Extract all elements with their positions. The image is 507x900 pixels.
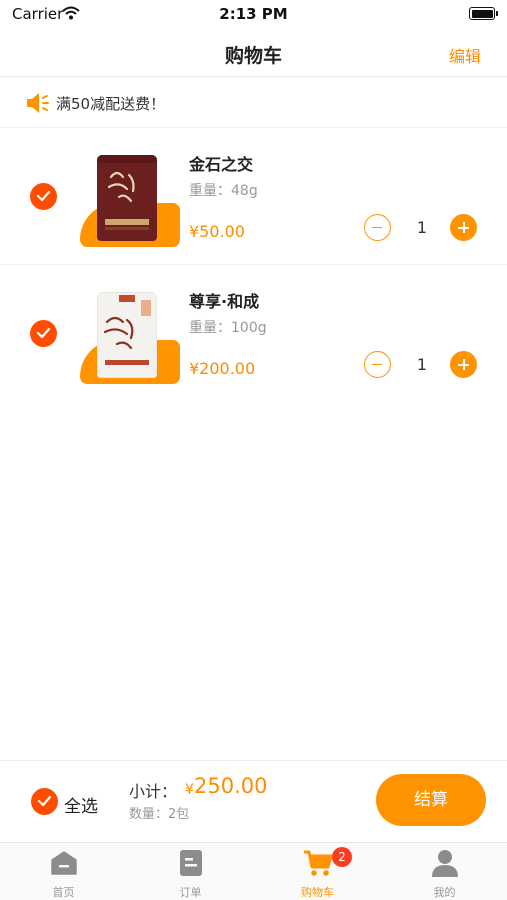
decrease-quantity-button[interactable] (364, 214, 391, 241)
product-name: 尊享·和成 (189, 292, 260, 311)
checkout-summary: 全选 小计： ¥ 250.00 数量：2包 结算 (0, 760, 507, 842)
product-price: ¥200.00 (189, 359, 256, 378)
cart-icon (303, 850, 332, 876)
subtotal-currency: ¥ (185, 782, 194, 798)
clock: 2:13 PM (219, 5, 288, 23)
tab-cart[interactable]: 购物车 (254, 843, 381, 900)
subtotal-label: 小计： (129, 782, 178, 801)
tab-orders[interactable]: 订单 (127, 843, 254, 900)
speaker-icon (25, 91, 51, 119)
quantity-value: 1 (416, 218, 428, 237)
tea-pouch-dark-image (97, 155, 157, 241)
profile-icon (431, 850, 458, 877)
tab-profile-label: 我的 (433, 886, 456, 899)
tab-profile[interactable]: 我的 (381, 843, 507, 900)
product-price: ¥50.00 (189, 222, 245, 241)
promo-notice-text: 满50减配送费！ (56, 95, 166, 113)
checkmark-icon (36, 327, 51, 339)
total-quantity: 数量：2包 (129, 807, 190, 822)
product-image (80, 280, 180, 384)
cart-item: 尊享·和成 重量：100g ¥200.00 1 (0, 266, 507, 402)
edit-button[interactable]: 编辑 (449, 43, 481, 67)
item-checkbox[interactable] (30, 320, 57, 347)
item-checkbox[interactable] (30, 183, 57, 210)
product-name: 金石之交 (189, 155, 254, 174)
select-all-checkbox[interactable] (31, 788, 58, 815)
tab-bar: 首页 订单 购物车 2 我的 (0, 842, 507, 900)
nav-bar: 购物车 编辑 (0, 30, 507, 77)
product-image (80, 143, 180, 247)
select-all-label[interactable]: 全选 (64, 792, 98, 817)
status-bar: Carrier 2:13 PM (0, 0, 507, 30)
decrease-quantity-button[interactable] (364, 351, 391, 378)
home-icon (50, 851, 77, 875)
cart-item: 金石之交 重量：48g ¥50.00 1 (0, 129, 507, 265)
tab-cart-label: 购物车 (301, 886, 334, 899)
tab-home-label: 首页 (52, 886, 75, 899)
battery-icon (469, 7, 498, 20)
increase-quantity-button[interactable] (450, 214, 477, 241)
tea-pouch-white-image (97, 292, 157, 378)
checkout-button[interactable]: 结算 (376, 774, 486, 826)
checkmark-icon (37, 795, 52, 807)
product-weight: 重量：48g (189, 183, 258, 199)
order-icon (179, 850, 202, 876)
promo-notice: 满50减配送费！ (0, 78, 507, 128)
quantity-value: 1 (416, 355, 428, 374)
subtotal-amount: 250.00 (194, 774, 268, 798)
page-title: 购物车 (224, 45, 282, 67)
checkmark-icon (36, 190, 51, 202)
tab-orders-label: 订单 (179, 886, 202, 899)
cart-count-badge: 2 (332, 847, 352, 867)
product-weight: 重量：100g (189, 320, 267, 336)
increase-quantity-button[interactable] (450, 351, 477, 378)
tab-home[interactable]: 首页 (0, 843, 127, 900)
